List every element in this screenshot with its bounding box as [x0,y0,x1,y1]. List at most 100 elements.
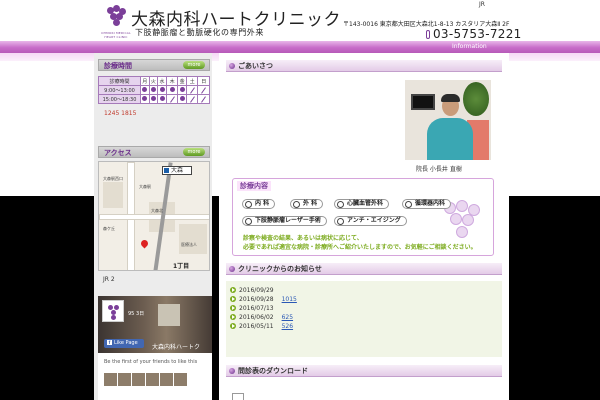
news-link[interactable]: 526 [282,323,293,330]
dept-anti-aging[interactable]: アンチ・エイジング [334,216,407,226]
dept-varicose-laser[interactable]: 下肢静脈瘤レーザー手術 [242,216,327,226]
bullet-icon [229,266,235,272]
news-link[interactable]: 1015 [282,296,297,303]
phone-text: 03-5753-7221 [433,27,522,41]
closed-slash-icon [189,87,195,94]
facebook-page-avatar[interactable] [102,300,124,322]
news-item[interactable]: 2016/09/28 1015 [230,296,297,305]
photo-hair [441,94,460,102]
friend-avatar[interactable] [146,373,159,386]
news-arrow-icon [230,323,236,329]
hours-cell [140,94,150,104]
hours-title: 診療時間 [104,62,132,70]
dept-cardiovascular-surgery[interactable]: 心臓血管外科 [334,199,390,209]
dept-internal-medicine[interactable]: 内 科 [242,199,276,209]
facebook-like-button[interactable]: f Like Page [104,339,144,348]
news-item[interactable]: 2016/09/29 [230,287,282,296]
greeting-header: ごあいさつ [226,60,502,72]
document-icon[interactable] [232,393,244,400]
news-date: 2016/09/28 [239,296,274,303]
day-sat: 土 [185,76,199,86]
hours-row-morning: 9:00～13:00 [98,85,210,95]
open-dot-icon [150,86,156,92]
phone-number: 03-5753-7221 [426,27,522,41]
day-thu: 木 [165,76,179,86]
hours-header: 診療時間 more [98,59,210,71]
dept-cardiology[interactable]: 循環器内科 [402,199,452,209]
friend-avatar[interactable] [118,373,131,386]
news-item[interactable]: 2016/07/13 [230,305,282,314]
dept-surgery[interactable]: 外 科 [290,199,324,209]
hours-cell [185,94,199,104]
access-more-button[interactable]: more [183,148,205,156]
news-date: 2016/09/29 [239,287,274,294]
access-title: アクセス [104,149,132,157]
access-map[interactable]: 大森 大森駅西口 大森駅 大森北 森ケ丘 医療法人 1丁目 [98,161,210,271]
news-item[interactable]: 2016/06/02 625 [230,314,293,323]
site-header: OHMORI MEDICAL HEART CLINIC 大森内科ハートクリニック… [0,0,600,41]
facebook-widget: 95 3日 大森内科ハートク f Like Page Be the first o… [98,296,212,400]
hours-cell [157,94,167,104]
phone-icon [426,30,430,39]
hours-cell [177,85,187,95]
map-label: 大森駅西口 [103,176,123,181]
friend-avatar[interactable] [132,373,145,386]
closed-slash-icon [169,96,175,103]
open-dot-icon [142,95,148,101]
map-block [103,182,123,208]
day-fri: 金 [177,76,187,86]
map-label: 医療法人 [181,242,197,247]
cover-window [158,304,180,326]
like-label: Like Page [114,340,138,346]
facebook-page-name[interactable]: 大森内科ハートク [152,342,200,351]
open-dot-icon [150,95,156,101]
facebook-friends-text: Be the first of your friends to like thi… [104,359,198,365]
hours-more-button[interactable]: more [183,61,205,69]
hours-header-label: 診療時間 [98,76,141,86]
map-chome: 1丁目 [173,263,190,270]
bullet-icon [229,63,235,69]
map-pin-icon [139,238,150,249]
friend-avatar[interactable] [104,373,117,386]
hours-cell [177,94,187,104]
friend-avatar[interactable] [160,373,173,386]
news-link[interactable]: 625 [282,314,293,321]
open-dot-icon [169,86,175,92]
doctor-caption: 院長 小長井 直樹 [416,166,462,173]
photo-plant [463,82,489,116]
hours-time-afternoon: 15:00～18:30 [98,94,141,104]
news-date: 2016/05/11 [239,323,274,330]
map-road [99,214,209,220]
departments-title: 診療内容 [237,181,271,191]
friend-avatar[interactable] [174,373,187,386]
doctor-photo [405,80,491,160]
hours-cell [197,85,210,95]
news-title: クリニックからのお知らせ [238,265,322,273]
nav-item-information[interactable]: Information [452,41,487,53]
news-date: 2016/07/13 [239,305,274,312]
news-date: 2016/06/02 [239,314,274,321]
access-note: JR 2 [103,276,115,283]
hours-cell [165,94,179,104]
hours-cell [140,85,150,95]
hours-cell [148,94,159,104]
departments-note-1: 診察や検査の結果、あるいは病状に応じて、 [243,235,363,242]
day-sun: 日 [197,76,210,86]
facebook-count: 95 3日 [128,311,145,317]
photo-body [427,118,473,160]
map-label: 大森駅 [139,184,151,189]
news-item[interactable]: 2016/05/11 526 [230,323,293,332]
map-label: 森ケ丘 [103,226,115,231]
hours-time-morning: 9:00～13:00 [98,85,141,95]
hours-day-row: 診療時間 月 火 水 木 金 土 日 [98,76,210,86]
photo-monitor [411,94,435,110]
facebook-friend-faces [104,373,210,387]
hours-row-afternoon: 15:00～18:30 [98,94,210,104]
grape-logo-icon[interactable] [104,5,126,31]
facebook-like-icon: f [107,340,112,345]
download-header: 問診表のダウンロード [226,365,502,377]
hours-cell [185,85,199,95]
news-header: クリニックからのお知らせ [226,263,502,275]
news-arrow-icon [230,305,236,311]
news-list: 2016/09/29 2016/09/28 1015 2016/07/13 201… [226,281,502,357]
